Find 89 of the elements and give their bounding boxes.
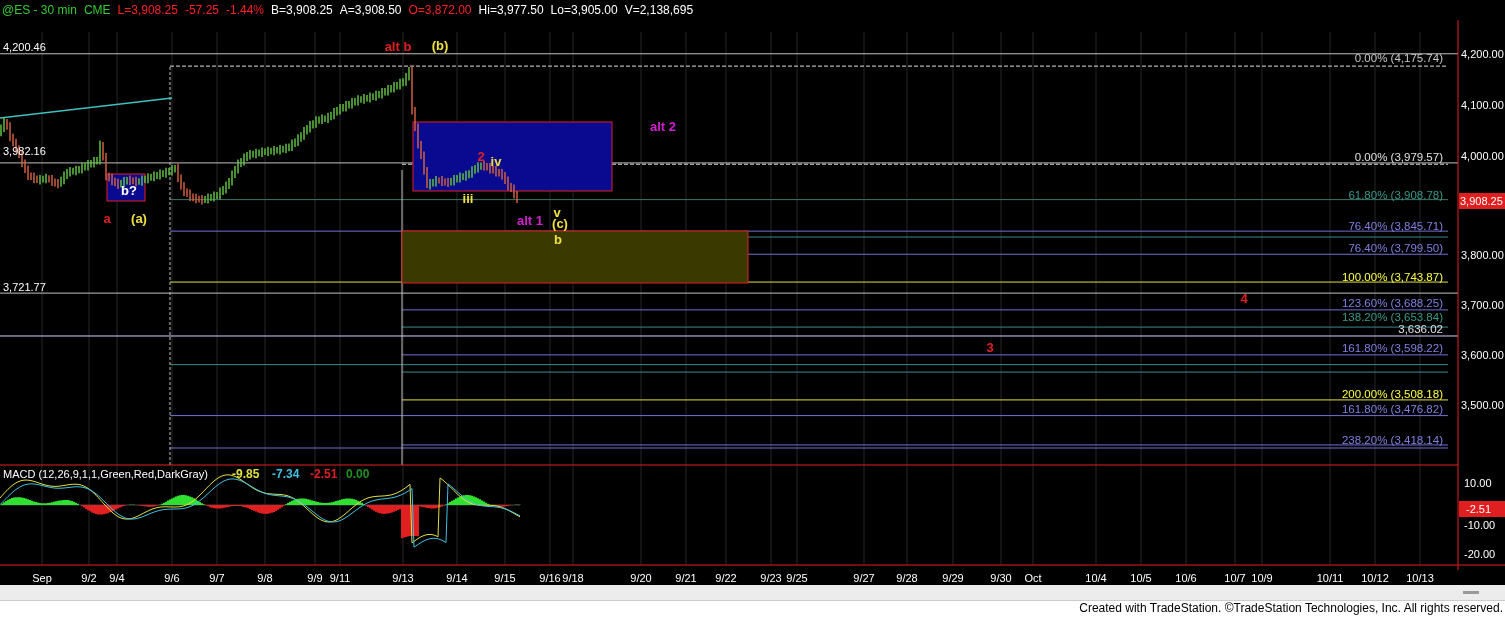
level-label: 123.60% (3,688.25): [1341, 297, 1443, 309]
date-label: 9/15: [494, 572, 516, 584]
date-label: 10/7: [1224, 572, 1246, 584]
quote-field: A=3,908.50: [339, 3, 402, 17]
date-label: 9/18: [562, 572, 584, 584]
axis-label: 3,500.00: [1461, 399, 1504, 411]
axis-label: -10.00: [1464, 519, 1496, 531]
date-label: 9/27: [853, 572, 875, 584]
quote-field: V=2,138,695: [624, 3, 694, 17]
date-label: Oct: [1024, 572, 1042, 584]
price-badge: 3,908.25: [1459, 193, 1505, 209]
wave-label: alt 1: [517, 213, 543, 228]
level-label: 3,636.02: [1398, 323, 1443, 335]
date-label: Sep: [32, 572, 52, 584]
quote-field: L=3,908.25: [117, 3, 178, 17]
quote-field: Hi=3,977.50: [478, 3, 544, 17]
axis-label: -20.00: [1464, 548, 1496, 560]
axis-label: 3,600.00: [1461, 349, 1504, 361]
date-label: 9/25: [786, 572, 808, 584]
quote-field: -1.44%: [226, 3, 264, 17]
axis-label: 10.00: [1464, 477, 1492, 489]
level-label: 0.00% (4,175.74): [1354, 52, 1443, 64]
wave-label: 2: [477, 149, 485, 164]
quote-field: CME: [83, 3, 111, 17]
axis-label: 3,800.00: [1461, 249, 1504, 261]
level-label: 138.20% (3,653.84): [1341, 311, 1443, 323]
wave-label: b?: [121, 183, 137, 198]
date-label: 9/21: [675, 572, 697, 584]
axis-label: 4,100.00: [1461, 99, 1504, 111]
axis-label: 3,700.00: [1461, 299, 1504, 311]
price-label: 4,200.46: [3, 41, 46, 53]
date-label: 9/20: [630, 572, 652, 584]
wave-label: b: [554, 232, 562, 247]
quote-field: @ES - 30 min: [2, 3, 77, 17]
date-label: 9/22: [715, 572, 737, 584]
level-label: 76.40% (3,845.71): [1348, 220, 1443, 232]
level-label: 0.00% (3,979.57): [1354, 151, 1443, 163]
wave-label: (a): [131, 211, 147, 226]
date-label: 10/6: [1175, 572, 1197, 584]
date-label: 9/13: [392, 572, 414, 584]
date-label: 10/9: [1251, 572, 1273, 584]
axis-label: 4,000.00: [1461, 150, 1504, 162]
date-label: 10/11: [1316, 572, 1344, 584]
wave-label: alt b: [384, 39, 412, 54]
wave-label: iv: [490, 154, 502, 169]
date-label: 9/4: [109, 572, 125, 584]
date-label: 9/7: [209, 572, 225, 584]
date-label: 10/4: [1085, 572, 1107, 584]
level-label: 161.80% (3,476.82): [1341, 403, 1443, 415]
wave-label: 3: [986, 340, 994, 355]
date-label: 9/28: [896, 572, 918, 584]
date-label: 9/6: [164, 572, 180, 584]
wave-label: (b): [431, 38, 449, 53]
wave-label: a: [103, 211, 111, 226]
date-label: 9/14: [446, 572, 468, 584]
date-label: 9/23: [760, 572, 782, 584]
indicator-value: -2.51: [310, 467, 338, 481]
level-label: 238.20% (3,418.14): [1341, 434, 1443, 446]
date-label: 10/13: [1406, 572, 1434, 584]
date-label: 9/29: [942, 572, 964, 584]
copyright-text: Created with TradeStation. ©TradeStation Technologies, Inc. All rights reserved.: [1078, 601, 1504, 615]
level-label: 200.00% (3,508.18): [1341, 388, 1443, 400]
quote-field: B=3,908.25: [271, 3, 333, 17]
date-label: 9/16: [539, 572, 561, 584]
date-label: 9/11: [329, 572, 351, 584]
level-label: 61.80% (3,908.78): [1348, 189, 1443, 201]
scroll-handle[interactable]: [1463, 591, 1479, 594]
wave-label: iii: [462, 191, 474, 206]
axis-label: 4,200.00: [1461, 48, 1504, 60]
indicator-title: MACD (12,26,9,1,1,Green,Red,DarkGray): [3, 468, 208, 480]
indicator-value: -7.34: [272, 467, 300, 481]
date-label: 9/8: [257, 572, 273, 584]
wave-label: 4: [1240, 291, 1248, 306]
quote-field: O=3,872.00: [408, 3, 472, 17]
indicator-value: 0.00: [346, 467, 370, 481]
date-label: 10/12: [1361, 572, 1389, 584]
value-badge: -2.51: [1459, 501, 1505, 517]
level-label: 100.00% (3,743.87): [1341, 271, 1443, 283]
wave-label: alt 2: [650, 119, 676, 134]
quote-field: -57.25: [184, 3, 219, 17]
indicator-value: -9.85: [232, 467, 260, 481]
date-label: 9/9: [307, 572, 323, 584]
date-label: 9/2: [81, 572, 97, 584]
date-label: 9/30: [990, 572, 1012, 584]
quote-field: Lo=3,905.00: [550, 3, 618, 17]
level-label: 76.40% (3,799.50): [1348, 242, 1443, 254]
level-label: 161.80% (3,598.22): [1341, 342, 1443, 354]
date-label: 10/5: [1130, 572, 1152, 584]
price-label: 3,721.77: [3, 281, 46, 293]
